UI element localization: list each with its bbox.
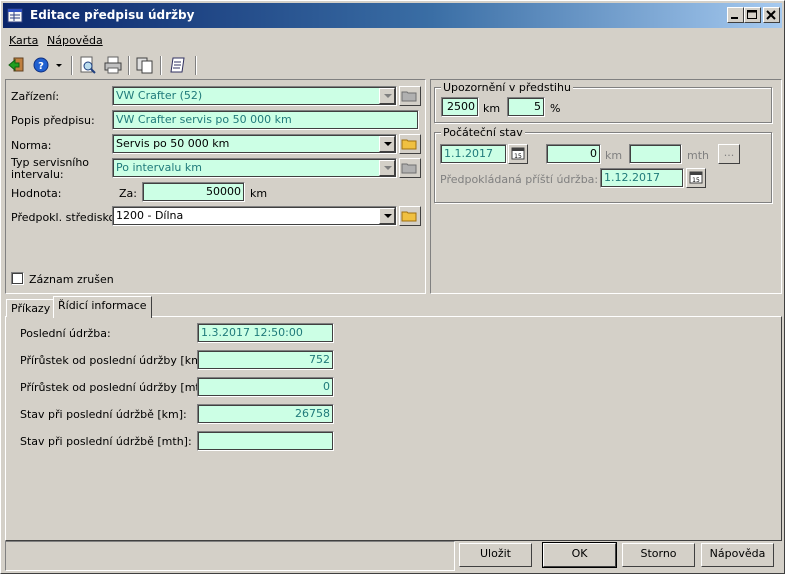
stredisko-field[interactable]: 1200 - Dílna (112, 206, 397, 226)
pocatecni-ellipsis-button[interactable]: ... (718, 144, 740, 164)
zarizeni-field[interactable]: VW Crafter (52) (112, 86, 397, 106)
ulozit-button[interactable]: Uložit (459, 543, 532, 567)
ridici-row-label: Přírůstek od poslední údržby [km]: (20, 354, 210, 367)
pocatecni-legend: Počáteční stav (441, 126, 525, 139)
copy-icon (136, 57, 153, 74)
pocatecni-date-field[interactable]: 1.1.2017 (440, 144, 507, 164)
close-icon (766, 10, 776, 20)
hodnota-unit: km (250, 187, 268, 200)
typ-field[interactable]: Po intervalu km (112, 158, 397, 178)
notes-icon (170, 57, 185, 73)
copy-button[interactable] (134, 55, 156, 75)
zarizeni-browse-button[interactable] (399, 86, 421, 106)
toolbar-separator (71, 56, 73, 75)
tab-ridici-informace[interactable]: Řídicí informace (53, 296, 152, 318)
hodnota-label: Hodnota: (11, 187, 62, 200)
zaznam-zrusen-checkbox[interactable] (11, 272, 24, 285)
hodnota-field[interactable]: 50000 (142, 182, 245, 202)
norma-browse-button[interactable] (399, 134, 421, 154)
tab-page-ridici (5, 316, 782, 541)
pocatecni-mth-unit: mth (687, 149, 709, 162)
napoveda-button[interactable]: Nápověda (701, 543, 774, 567)
svg-text:15: 15 (692, 177, 700, 184)
stredisko-dropdown[interactable] (379, 208, 395, 224)
maximize-icon (747, 10, 757, 19)
ridici-row-value[interactable]: 752 (197, 350, 334, 370)
stredisko-browse-button[interactable] (399, 206, 421, 226)
pocatecni-km-unit: km (605, 149, 623, 162)
print-icon (104, 56, 122, 74)
exit-icon (8, 57, 24, 72)
calendar-icon: 15 (689, 171, 703, 184)
next-maintenance-label: Předpokládaná příští údržba: (440, 173, 599, 186)
typ-dropdown[interactable] (379, 160, 395, 176)
upozorneni-pct-unit: % (550, 102, 561, 115)
upozorneni-pct-field[interactable]: 5 (507, 97, 545, 117)
zarizeni-dropdown[interactable] (379, 88, 395, 104)
title-bar[interactable]: Editace předpisu údržby (3, 3, 782, 28)
popis-label: Popis předpisu: (11, 114, 95, 127)
typ-label-line2: intervalu: (11, 168, 64, 181)
next-maintenance-calendar-button[interactable]: 15 (686, 168, 706, 188)
ridici-row-label: Stav při poslední údržbě [km]: (20, 408, 187, 421)
preview-button[interactable] (77, 55, 99, 75)
ridici-row-value[interactable] (197, 431, 334, 451)
close-button[interactable] (763, 7, 780, 23)
pocatecni-km-field[interactable]: 0 (546, 144, 601, 164)
svg-text:15: 15 (514, 153, 522, 160)
typ-browse-button[interactable] (399, 158, 421, 178)
menu-napoveda[interactable]: Nápověda (47, 34, 103, 47)
status-area (5, 541, 455, 571)
menu-karta[interactable]: Karta (9, 34, 38, 47)
pocatecni-calendar-button[interactable]: 15 (508, 144, 528, 164)
window-title: Editace předpisu údržby (30, 8, 195, 22)
ok-button[interactable]: OK (542, 542, 617, 568)
za-label: Za: (119, 187, 137, 200)
folder-icon (401, 163, 417, 174)
norma-label: Norma: (11, 139, 52, 152)
norma-field[interactable]: Servis po 50 000 km (112, 134, 397, 154)
upozorneni-km-field[interactable]: 2500 (441, 97, 479, 117)
app-icon (7, 8, 23, 23)
zaznam-zrusen-label: Záznam zrušen (29, 273, 114, 286)
storno-button[interactable]: Storno (622, 543, 695, 567)
help-button[interactable]: ? (31, 55, 53, 75)
exit-button[interactable] (6, 55, 28, 75)
minimize-button[interactable] (727, 7, 744, 23)
next-maintenance-field[interactable]: 1.12.2017 (600, 168, 684, 188)
help-icon: ? (33, 57, 49, 73)
norma-dropdown[interactable] (379, 136, 395, 152)
toolbar-separator (160, 56, 162, 75)
pocatecni-mth-field[interactable] (629, 144, 682, 164)
ridici-row-label: Přírůstek od poslední údržby [mth]: (20, 381, 215, 394)
upozorneni-km-unit: km (483, 102, 501, 115)
calendar-icon: 15 (511, 147, 525, 160)
folder-icon (401, 211, 417, 222)
dropdown-arrow-icon (56, 64, 62, 67)
toolbar-separator (195, 56, 197, 75)
folder-icon (401, 91, 417, 102)
folder-icon (401, 139, 417, 150)
preview-icon (80, 56, 96, 74)
dialog-window: Editace předpisu údržby Karta Nápověda ? (0, 0, 785, 574)
ridici-row-value[interactable]: 1.3.2017 12:50:00 (197, 323, 334, 343)
maximize-button[interactable] (744, 7, 761, 23)
upozorneni-legend: Upozornění v předstihu (441, 81, 573, 94)
popis-field[interactable]: VW Crafter servis po 50 000 km (112, 110, 419, 130)
ridici-row-value[interactable]: 0 (197, 377, 334, 397)
tab-prikazy[interactable]: Příkazy (6, 299, 56, 317)
ridici-row-label: Stav při poslední údržbě [mth]: (20, 435, 192, 448)
ridici-row-value[interactable]: 26758 (197, 404, 334, 424)
help-dropdown-button[interactable] (53, 55, 65, 75)
ridici-row-label: Poslední údržba: (20, 327, 111, 340)
toolbar-separator (128, 56, 130, 75)
print-button[interactable] (102, 55, 124, 75)
stredisko-label: Předpokl. středisko: (11, 211, 119, 224)
notes-button[interactable] (167, 55, 189, 75)
svg-text:?: ? (38, 61, 44, 72)
zarizeni-label: Zařízení: (11, 90, 60, 103)
minimize-icon (731, 17, 738, 19)
